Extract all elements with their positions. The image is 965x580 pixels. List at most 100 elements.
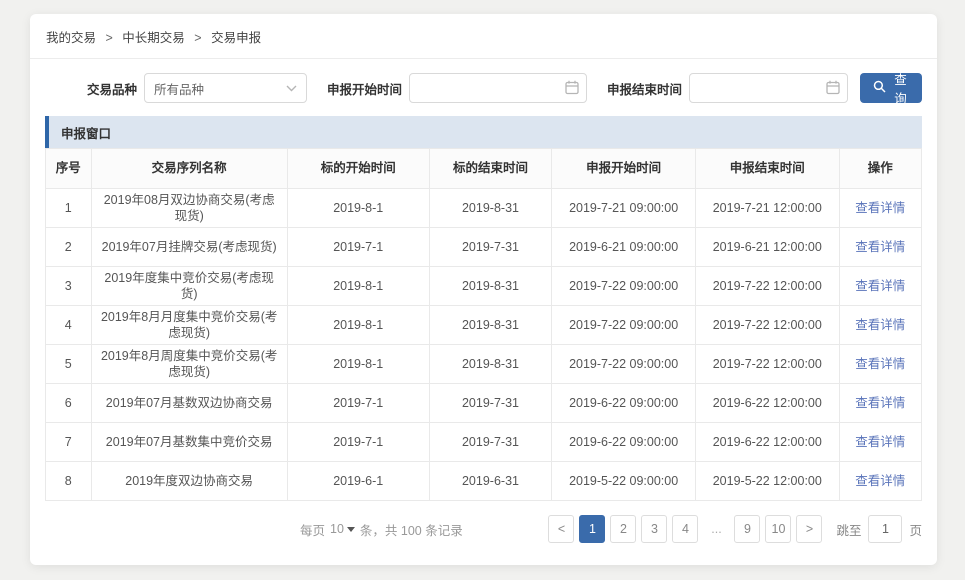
target-end-cell: 2019-7-31 [429, 384, 552, 423]
header-declare-start: 申报开始时间 [552, 149, 696, 189]
table-row: 7 2019年07月基数集中竞价交易 2019-7-1 2019-7-31 20… [46, 423, 922, 462]
actions-cell: 查看详情 [839, 189, 921, 228]
jump-suffix: 页 [909, 520, 922, 539]
actions-cell: 查看详情 [839, 228, 921, 267]
page-button-9[interactable]: 9 [734, 515, 760, 543]
header-declare-end: 申报结束时间 [695, 149, 839, 189]
per-page-control: 每页 10 条，共 100 条记录 [300, 520, 463, 539]
target-start-cell: 2019-7-1 [287, 228, 429, 267]
header-target-start: 标的开始时间 [287, 149, 429, 189]
main-panel: 我的交易 > 中长期交易 > 交易申报 交易品种 所有品种 申报开始时间 [30, 14, 937, 565]
target-start-cell: 2019-6-1 [287, 462, 429, 501]
actions-cell: 查看详情 [839, 462, 921, 501]
search-icon [873, 80, 886, 96]
row-index: 4 [46, 306, 92, 345]
per-page-suffix: 条，共 100 条记录 [360, 520, 463, 539]
chevron-down-icon [286, 81, 297, 95]
target-start-cell: 2019-8-1 [287, 345, 429, 384]
target-start-cell: 2019-8-1 [287, 306, 429, 345]
target-end-cell: 2019-6-31 [429, 462, 552, 501]
breadcrumb-separator: > [194, 31, 201, 45]
actions-cell: 查看详情 [839, 267, 921, 306]
page-list: 1234...910 [574, 515, 791, 543]
declare-start-cell: 2019-7-22 09:00:00 [552, 345, 696, 384]
jump-label: 跳至 [836, 520, 861, 539]
page-button-3[interactable]: 3 [641, 515, 667, 543]
breadcrumb-item-trade-declaration: 交易申报 [211, 31, 261, 45]
pagination: < 1234...910 > 跳至 页 [543, 515, 922, 543]
view-details-link[interactable]: 查看详情 [855, 435, 905, 449]
prev-page-button[interactable]: < [548, 515, 574, 543]
view-details-link[interactable]: 查看详情 [855, 318, 905, 332]
page-button-2[interactable]: 2 [610, 515, 636, 543]
target-end-cell: 2019-7-31 [429, 423, 552, 462]
row-index: 7 [46, 423, 92, 462]
declare-start-input[interactable] [409, 73, 587, 103]
next-page-button[interactable]: > [796, 515, 822, 543]
declaration-table: 序号 交易序列名称 标的开始时间 标的结束时间 申报开始时间 申报结束时间 操作… [45, 148, 922, 501]
declare-start-cell: 2019-6-22 09:00:00 [552, 384, 696, 423]
declare-end-cell: 2019-6-22 12:00:00 [695, 423, 839, 462]
table-header-row: 序号 交易序列名称 标的开始时间 标的结束时间 申报开始时间 申报结束时间 操作 [46, 149, 922, 189]
declare-end-input[interactable] [689, 73, 848, 103]
header-target-end: 标的结束时间 [429, 149, 552, 189]
declare-start-label: 申报开始时间 [327, 79, 402, 98]
search-button[interactable]: 查询 [860, 73, 922, 103]
calendar-icon[interactable] [565, 80, 579, 98]
table-footer: 每页 10 条，共 100 条记录 < 1234...910 > 跳至 页 [30, 501, 937, 543]
variety-select[interactable]: 所有品种 [144, 73, 307, 103]
row-index: 6 [46, 384, 92, 423]
section-title: 申报窗口 [61, 123, 111, 142]
target-end-cell: 2019-8-31 [429, 306, 552, 345]
target-start-cell: 2019-7-1 [287, 384, 429, 423]
page-button-1[interactable]: 1 [579, 515, 605, 543]
view-details-link[interactable]: 查看详情 [855, 474, 905, 488]
page-ellipsis: ... [703, 515, 729, 543]
jump-to-page: 跳至 页 [836, 515, 922, 543]
sequence-name-cell: 2019年度集中竞价交易(考虑现货) [91, 267, 287, 306]
header-actions: 操作 [839, 149, 921, 189]
section-header: 申报窗口 [45, 116, 922, 148]
breadcrumb-separator: > [106, 31, 113, 45]
view-details-link[interactable]: 查看详情 [855, 279, 905, 293]
breadcrumb-item-my-trades[interactable]: 我的交易 [46, 31, 96, 45]
declare-end-cell: 2019-7-22 12:00:00 [695, 267, 839, 306]
table-row: 8 2019年度双边协商交易 2019-6-1 2019-6-31 2019-5… [46, 462, 922, 501]
calendar-icon[interactable] [826, 80, 840, 98]
page-button-4[interactable]: 4 [672, 515, 698, 543]
per-page-value: 10 [330, 522, 344, 536]
table-row: 3 2019年度集中竞价交易(考虑现货) 2019-8-1 2019-8-31 … [46, 267, 922, 306]
declare-end-cell: 2019-6-21 12:00:00 [695, 228, 839, 267]
caret-down-icon [347, 527, 355, 532]
view-details-link[interactable]: 查看详情 [855, 357, 905, 371]
target-start-cell: 2019-7-1 [287, 423, 429, 462]
view-details-link[interactable]: 查看详情 [855, 201, 905, 215]
row-index: 2 [46, 228, 92, 267]
declare-end-cell: 2019-7-22 12:00:00 [695, 345, 839, 384]
declare-start-cell: 2019-7-21 09:00:00 [552, 189, 696, 228]
search-button-label: 查询 [892, 69, 909, 107]
row-index: 8 [46, 462, 92, 501]
declare-start-cell: 2019-6-22 09:00:00 [552, 423, 696, 462]
declare-end-cell: 2019-7-21 12:00:00 [695, 189, 839, 228]
declare-end-cell: 2019-7-22 12:00:00 [695, 306, 839, 345]
sequence-name-cell: 2019年07月挂牌交易(考虑现货) [91, 228, 287, 267]
page-button-10[interactable]: 10 [765, 515, 791, 543]
table-row: 4 2019年8月月度集中竞价交易(考虑现货) 2019-8-1 2019-8-… [46, 306, 922, 345]
view-details-link[interactable]: 查看详情 [855, 396, 905, 410]
declare-end-cell: 2019-5-22 12:00:00 [695, 462, 839, 501]
header-index: 序号 [46, 149, 92, 189]
sequence-name-cell: 2019年08月双边协商交易(考虑现货) [91, 189, 287, 228]
actions-cell: 查看详情 [839, 306, 921, 345]
table-row: 6 2019年07月基数双边协商交易 2019-7-1 2019-7-31 20… [46, 384, 922, 423]
breadcrumb-item-mid-long-term[interactable]: 中长期交易 [122, 31, 185, 45]
sequence-name-cell: 2019年8月月度集中竞价交易(考虑现货) [91, 306, 287, 345]
sequence-name-cell: 2019年8月周度集中竞价交易(考虑现货) [91, 345, 287, 384]
variety-select-value: 所有品种 [154, 79, 204, 98]
view-details-link[interactable]: 查看详情 [855, 240, 905, 254]
declare-start-cell: 2019-7-22 09:00:00 [552, 267, 696, 306]
table-row: 1 2019年08月双边协商交易(考虑现货) 2019-8-1 2019-8-3… [46, 189, 922, 228]
jump-page-input[interactable] [868, 515, 902, 543]
sequence-name-cell: 2019年07月基数双边协商交易 [91, 384, 287, 423]
per-page-select[interactable]: 10 [330, 522, 355, 536]
